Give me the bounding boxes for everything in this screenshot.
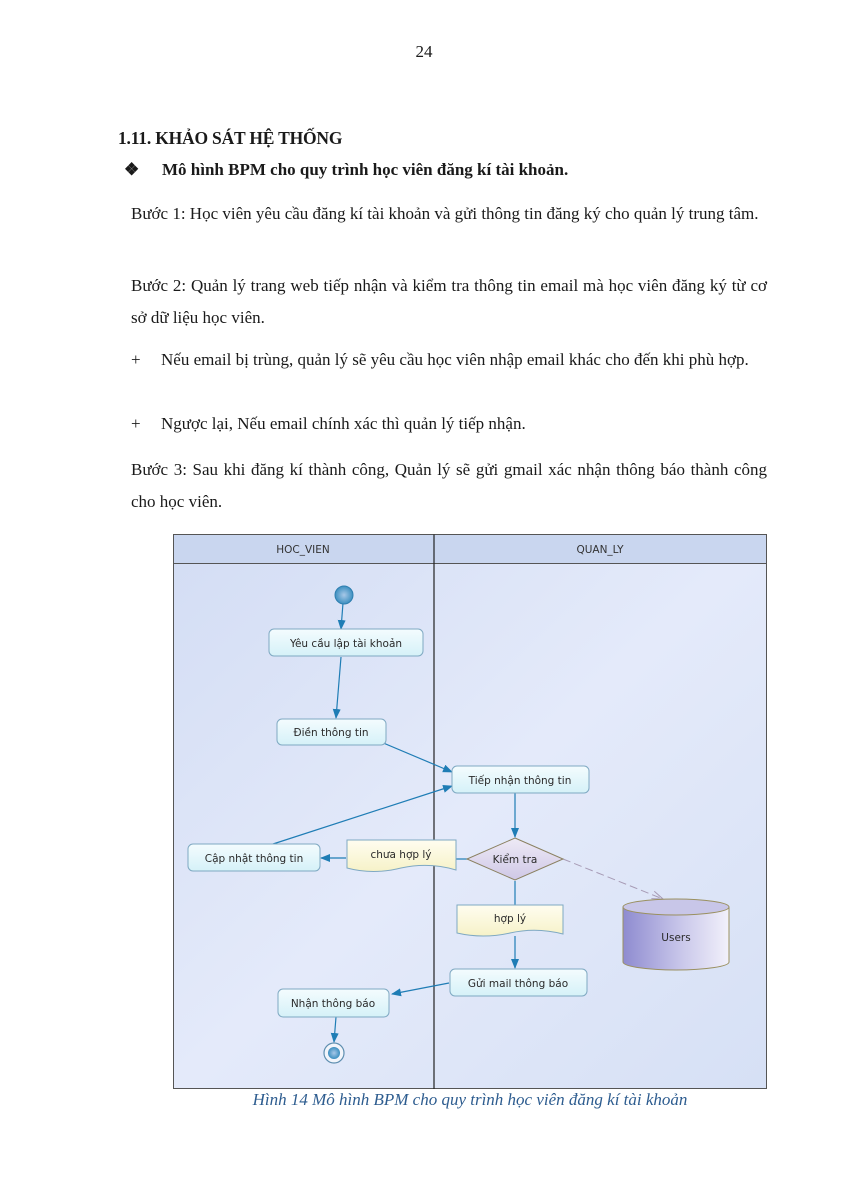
plus-bullet-icon: + xyxy=(131,414,141,433)
end-event-icon xyxy=(323,1042,345,1064)
task-dien-thong-tin: Điền thông tin xyxy=(276,718,387,746)
database-label: Users xyxy=(661,932,690,944)
task-tiep-nhan-thong-tin: Tiếp nhận thông tin xyxy=(451,765,590,794)
task-label: Tiếp nhận thông tin xyxy=(468,775,572,787)
lane-header-bar xyxy=(173,534,767,564)
task-yeu-cau-lap-tai-khoan: Yêu cầu lập tài khoản xyxy=(268,628,424,657)
subheading: ❖ Mô hình BPM cho quy trình học viên đăng… xyxy=(124,160,568,180)
diamond-bullet-icon: ❖ xyxy=(124,160,140,179)
document-chua-hop-ly: chưa hợp lý xyxy=(346,839,457,872)
task-label: Gửi mail thông báo xyxy=(468,978,568,990)
step-2-paragraph: Bước 2: Quản lý trang web tiếp nhận và k… xyxy=(131,276,767,327)
start-event-icon xyxy=(334,585,354,605)
list-item: + Ngược lại, Nếu email chính xác thì quả… xyxy=(131,408,767,440)
task-label: Cập nhật thông tin xyxy=(205,853,304,865)
document-hop-ly: hợp lý xyxy=(456,904,564,937)
document-label: chưa hợp lý xyxy=(370,849,431,861)
task-cap-nhat-thong-tin: Cập nhật thông tin xyxy=(187,843,321,872)
list-item-text: Nếu email bị trùng, quản lý sẽ yêu cầu h… xyxy=(161,350,749,369)
task-label: Nhận thông báo xyxy=(291,998,375,1010)
document-label: hợp lý xyxy=(494,913,526,925)
bpm-diagram: HOC_VIEN QUAN_LY Yêu cầu lập tài khoản Đ xyxy=(173,534,767,1089)
step-1-paragraph: Bước 1: Học viên yêu cầu đăng kí tài kho… xyxy=(131,204,759,223)
database-users: Users xyxy=(622,898,730,971)
gateway-label: Kiểm tra xyxy=(493,853,538,866)
task-nhan-thong-bao: Nhận thông báo xyxy=(277,988,390,1018)
task-label: Yêu cầu lập tài khoản xyxy=(289,638,402,650)
step-3-paragraph: Bước 3: Sau khi đăng kí thành công, Quản… xyxy=(131,460,767,511)
plus-bullet-icon: + xyxy=(131,350,141,369)
lane-title-quan-ly: QUAN_LY xyxy=(576,544,624,556)
list-item-text: Ngược lại, Nếu email chính xác thì quản … xyxy=(161,414,526,433)
task-gui-mail-thong-bao: Gửi mail thông báo xyxy=(449,968,588,997)
task-label: Điền thông tin xyxy=(293,727,368,739)
list-item: + Nếu email bị trùng, quản lý sẽ yêu cầu… xyxy=(131,344,767,408)
page-number: 24 xyxy=(415,42,433,61)
lane-title-hoc-vien: HOC_VIEN xyxy=(276,544,330,556)
pool-frame xyxy=(173,534,767,1089)
figure-caption: Hình 14 Mô hình BPM cho quy trình học vi… xyxy=(252,1090,688,1109)
subheading-text: Mô hình BPM cho quy trình học viên đăng … xyxy=(162,160,569,179)
section-heading: 1.11. KHẢO SÁT HỆ THỐNG xyxy=(118,128,343,148)
